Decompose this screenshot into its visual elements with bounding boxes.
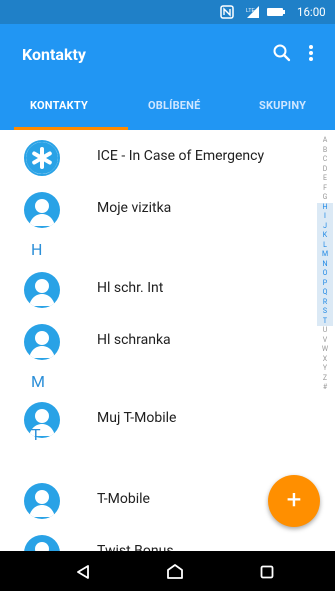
status-bar: LTE 16:00: [0, 0, 335, 24]
person-avatar-icon: [24, 483, 60, 519]
contact-moje-vizitka[interactable]: Moje vizitka: [0, 182, 320, 234]
index-letter-z[interactable]: Z: [317, 374, 333, 384]
nfc-icon: [220, 5, 234, 23]
add-icon: +: [286, 485, 302, 515]
section-header-h: H: [31, 240, 43, 259]
index-letter-r[interactable]: R: [317, 297, 333, 307]
contact-hl-schr-int[interactable]: Hl schr. Int: [0, 262, 320, 314]
index-letter-hash[interactable]: #: [317, 383, 333, 393]
contact-hl-schranka[interactable]: Hl schranka: [0, 314, 320, 366]
index-letter-u[interactable]: U: [317, 326, 333, 336]
index-letter-g[interactable]: G: [317, 193, 333, 203]
index-letter-p[interactable]: P: [317, 278, 333, 288]
index-letter-o[interactable]: O: [317, 269, 333, 279]
contact-name: Muj T-Mobile: [97, 410, 177, 426]
index-letter-x[interactable]: X: [317, 355, 333, 365]
contact-muj-t-mobile[interactable]: Muj T-Mobile: [0, 392, 320, 444]
back-icon[interactable]: [76, 564, 90, 583]
tab-skupiny[interactable]: SKUPINY: [259, 99, 306, 112]
home-icon[interactable]: [166, 563, 184, 583]
contact-name: T-Mobile: [97, 491, 150, 507]
navigation-bar: [0, 551, 335, 591]
person-avatar-icon: [24, 402, 60, 438]
index-letter-l[interactable]: L: [317, 240, 333, 250]
index-letter-q[interactable]: Q: [317, 288, 333, 298]
alphabet-index[interactable]: A B C D E F G H I J K L M N O P Q R S T U V W X Y Z #: [317, 136, 333, 393]
contact-name: Hl schr. Int: [97, 280, 164, 296]
index-letter-a[interactable]: A: [317, 136, 333, 146]
person-avatar-icon: [24, 324, 60, 360]
index-letter-w[interactable]: W: [317, 345, 333, 355]
index-letter-y[interactable]: Y: [317, 364, 333, 374]
index-letter-f[interactable]: F: [317, 184, 333, 194]
index-letter-d[interactable]: D: [317, 165, 333, 175]
index-letter-t[interactable]: T: [317, 316, 333, 326]
person-avatar-icon: [24, 272, 60, 308]
contact-name: Hl schranka: [97, 332, 171, 348]
index-letter-i[interactable]: I: [317, 212, 333, 222]
index-letter-k[interactable]: K: [317, 231, 333, 241]
index-letter-b[interactable]: B: [317, 146, 333, 156]
more-vert-icon[interactable]: [305, 42, 317, 64]
recents-icon[interactable]: [260, 564, 274, 583]
section-header-m: M: [31, 372, 45, 391]
index-letter-j[interactable]: J: [317, 221, 333, 231]
ice-avatar: [24, 140, 60, 176]
contact-name: Moje vizitka: [97, 200, 172, 216]
add-contact-button[interactable]: +: [268, 475, 320, 527]
signal-icon: LTE: [245, 5, 261, 23]
svg-text:LTE: LTE: [246, 8, 255, 14]
index-letter-e[interactable]: E: [317, 174, 333, 184]
person-avatar-icon: [24, 192, 60, 228]
battery-icon: [266, 5, 286, 23]
page-title: Kontakty: [22, 45, 86, 64]
index-letter-m[interactable]: M: [317, 250, 333, 260]
tab-oblibene[interactable]: OBLÍBENÉ: [148, 99, 201, 112]
status-time: 16:00: [297, 5, 326, 19]
index-letter-n[interactable]: N: [317, 259, 333, 269]
app-bar: Kontakty KONTAKTY OBLÍBENÉ SKUPINY: [0, 24, 335, 130]
index-letter-h[interactable]: H: [317, 202, 333, 212]
search-icon[interactable]: [271, 42, 293, 64]
section-header-t: T: [31, 425, 41, 444]
tab-kontakty[interactable]: KONTAKTY: [30, 99, 88, 112]
index-letter-s[interactable]: S: [317, 307, 333, 317]
contact-name: ICE - In Case of Emergency: [97, 148, 265, 164]
index-letter-v[interactable]: V: [317, 336, 333, 346]
index-letter-c[interactable]: C: [317, 155, 333, 165]
contact-ice[interactable]: ICE - In Case of Emergency: [0, 130, 320, 182]
